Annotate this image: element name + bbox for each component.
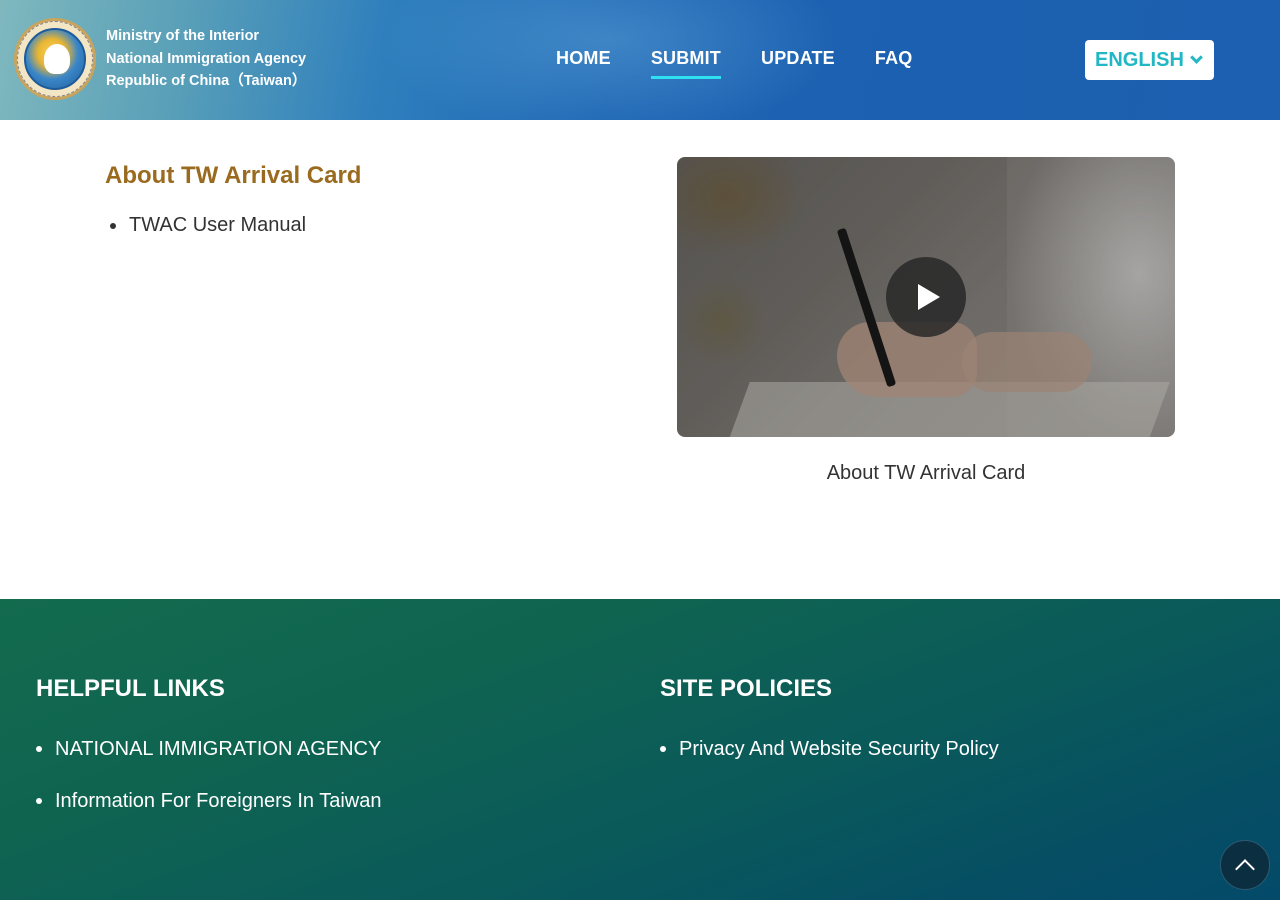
nav-update[interactable]: UPDATE — [761, 48, 835, 80]
list-item[interactable]: Information For Foreigners In Taiwan — [36, 789, 381, 813]
org-line-ministry: Ministry of the Interior — [106, 28, 260, 45]
about-title: About TW Arrival Card — [105, 162, 362, 189]
site-footer: HELPFUL LINKS NATIONAL IMMIGRATION AGENC… — [0, 599, 1280, 900]
bullet-icon — [36, 746, 42, 752]
foreigners-info-link[interactable]: Information For Foreigners In Taiwan — [55, 790, 381, 813]
site-policies-list: Privacy And Website Security Policy — [660, 737, 999, 761]
bullet-icon — [36, 798, 42, 804]
site-header: Ministry of the Interior National Immigr… — [0, 0, 1280, 120]
agency-logo-link[interactable]: Ministry of the Interior National Immigr… — [14, 18, 306, 100]
agency-seal-logo — [14, 18, 96, 100]
back-to-top-button[interactable] — [1220, 840, 1270, 890]
site-policies-section: SITE POLICIES Privacy And Website Securi… — [660, 675, 999, 789]
chevron-down-icon — [1190, 50, 1203, 64]
video-caption: About TW Arrival Card — [826, 462, 1026, 484]
manual-list: TWAC User Manual — [110, 214, 306, 237]
helpful-links-list: NATIONAL IMMIGRATION AGENCY Information … — [36, 737, 381, 813]
list-item[interactable]: NATIONAL IMMIGRATION AGENCY — [36, 737, 381, 761]
list-item[interactable]: Privacy And Website Security Policy — [660, 737, 999, 761]
privacy-policy-link[interactable]: Privacy And Website Security Policy — [679, 738, 999, 761]
nia-link[interactable]: NATIONAL IMMIGRATION AGENCY — [55, 738, 381, 761]
language-selected-label: ENGLISH — [1095, 48, 1184, 71]
play-button[interactable] — [886, 257, 966, 337]
user-manual-link[interactable]: TWAC User Manual — [129, 214, 306, 237]
language-select[interactable]: ENGLISH — [1085, 40, 1214, 80]
org-line-country: Republic of China（Taiwan） — [106, 73, 307, 90]
seal-ring — [17, 21, 93, 97]
list-item[interactable]: TWAC User Manual — [110, 214, 306, 237]
helpful-links-heading: HELPFUL LINKS — [36, 675, 225, 702]
play-icon — [917, 284, 940, 310]
chevron-up-icon — [1235, 858, 1255, 879]
helpful-links-section: HELPFUL LINKS NATIONAL IMMIGRATION AGENC… — [36, 675, 381, 841]
agency-name: Ministry of the Interior National Immigr… — [106, 25, 306, 93]
site-policies-heading: SITE POLICIES — [660, 675, 833, 702]
bullet-icon — [660, 746, 666, 752]
nav-submit[interactable]: SUBMIT — [650, 48, 722, 80]
org-line-agency: National Immigration Agency — [106, 50, 307, 67]
video-player[interactable] — [677, 157, 1175, 437]
bullet-icon — [110, 222, 116, 229]
main-nav: HOME SUBMIT UPDATE FAQ — [556, 48, 953, 80]
nav-faq[interactable]: FAQ — [875, 48, 913, 80]
nav-home[interactable]: HOME — [556, 48, 611, 80]
